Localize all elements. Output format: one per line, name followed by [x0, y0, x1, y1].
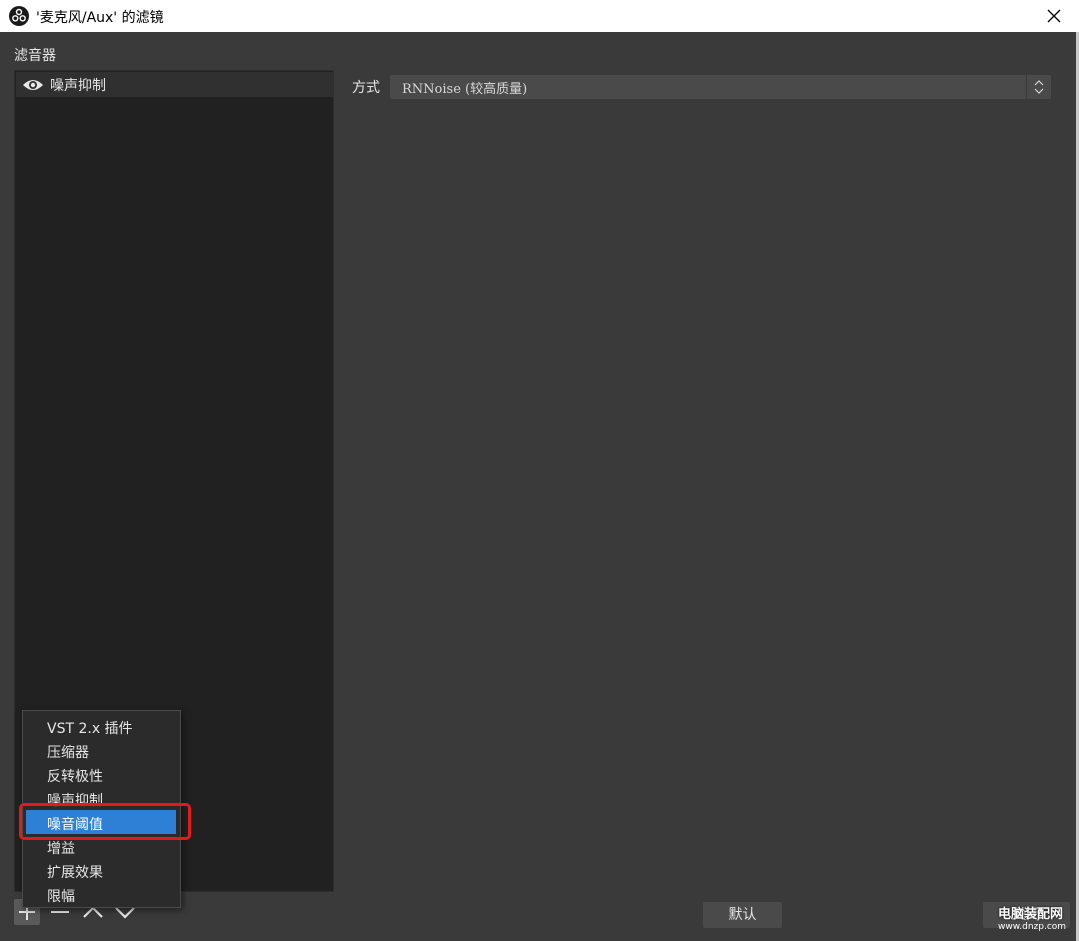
menu-item-expander[interactable]: 扩展效果 [26, 858, 176, 882]
filter-item-noise-suppression[interactable]: 噪声抑制 [16, 72, 333, 97]
method-label: 方式 [352, 80, 380, 96]
obs-logo-icon [9, 6, 29, 26]
menu-item-label: 压缩器 [47, 745, 89, 761]
menu-item-label: 增益 [47, 841, 75, 857]
menu-item-label: 反转极性 [47, 769, 103, 785]
spinner-arrows-icon[interactable] [1026, 75, 1051, 99]
menu-item-label: 限幅 [47, 889, 75, 905]
defaults-button[interactable]: 默认 [703, 902, 782, 928]
close-icon[interactable] [1043, 5, 1065, 27]
method-select[interactable]: RNNoise (较高质量) [390, 75, 1051, 99]
method-select-value: RNNoise (较高质量) [402, 82, 528, 97]
watermark: 电脑装配网 www.dnzp.com [998, 903, 1074, 937]
filter-item-label: 噪声抑制 [50, 78, 106, 94]
menu-item-limiter[interactable]: 限幅 [26, 882, 176, 906]
menu-item-vst[interactable]: VST 2.x 插件 [26, 714, 176, 738]
annotation-highlight-box [19, 803, 191, 840]
watermark-url: www.dnzp.com [998, 922, 1067, 932]
filters-section-label: 滤音器 [14, 48, 56, 64]
title-bar: '麦克风/Aux' 的滤镜 [0, 0, 1079, 32]
eye-icon[interactable] [22, 77, 44, 93]
window-title: '麦克风/Aux' 的滤镜 [36, 10, 164, 26]
menu-item-label: VST 2.x 插件 [47, 721, 133, 737]
watermark-title: 电脑装配网 [998, 907, 1064, 922]
menu-item-label: 扩展效果 [47, 865, 103, 881]
menu-item-invert-polarity[interactable]: 反转极性 [26, 762, 176, 786]
menu-item-compressor[interactable]: 压缩器 [26, 738, 176, 762]
